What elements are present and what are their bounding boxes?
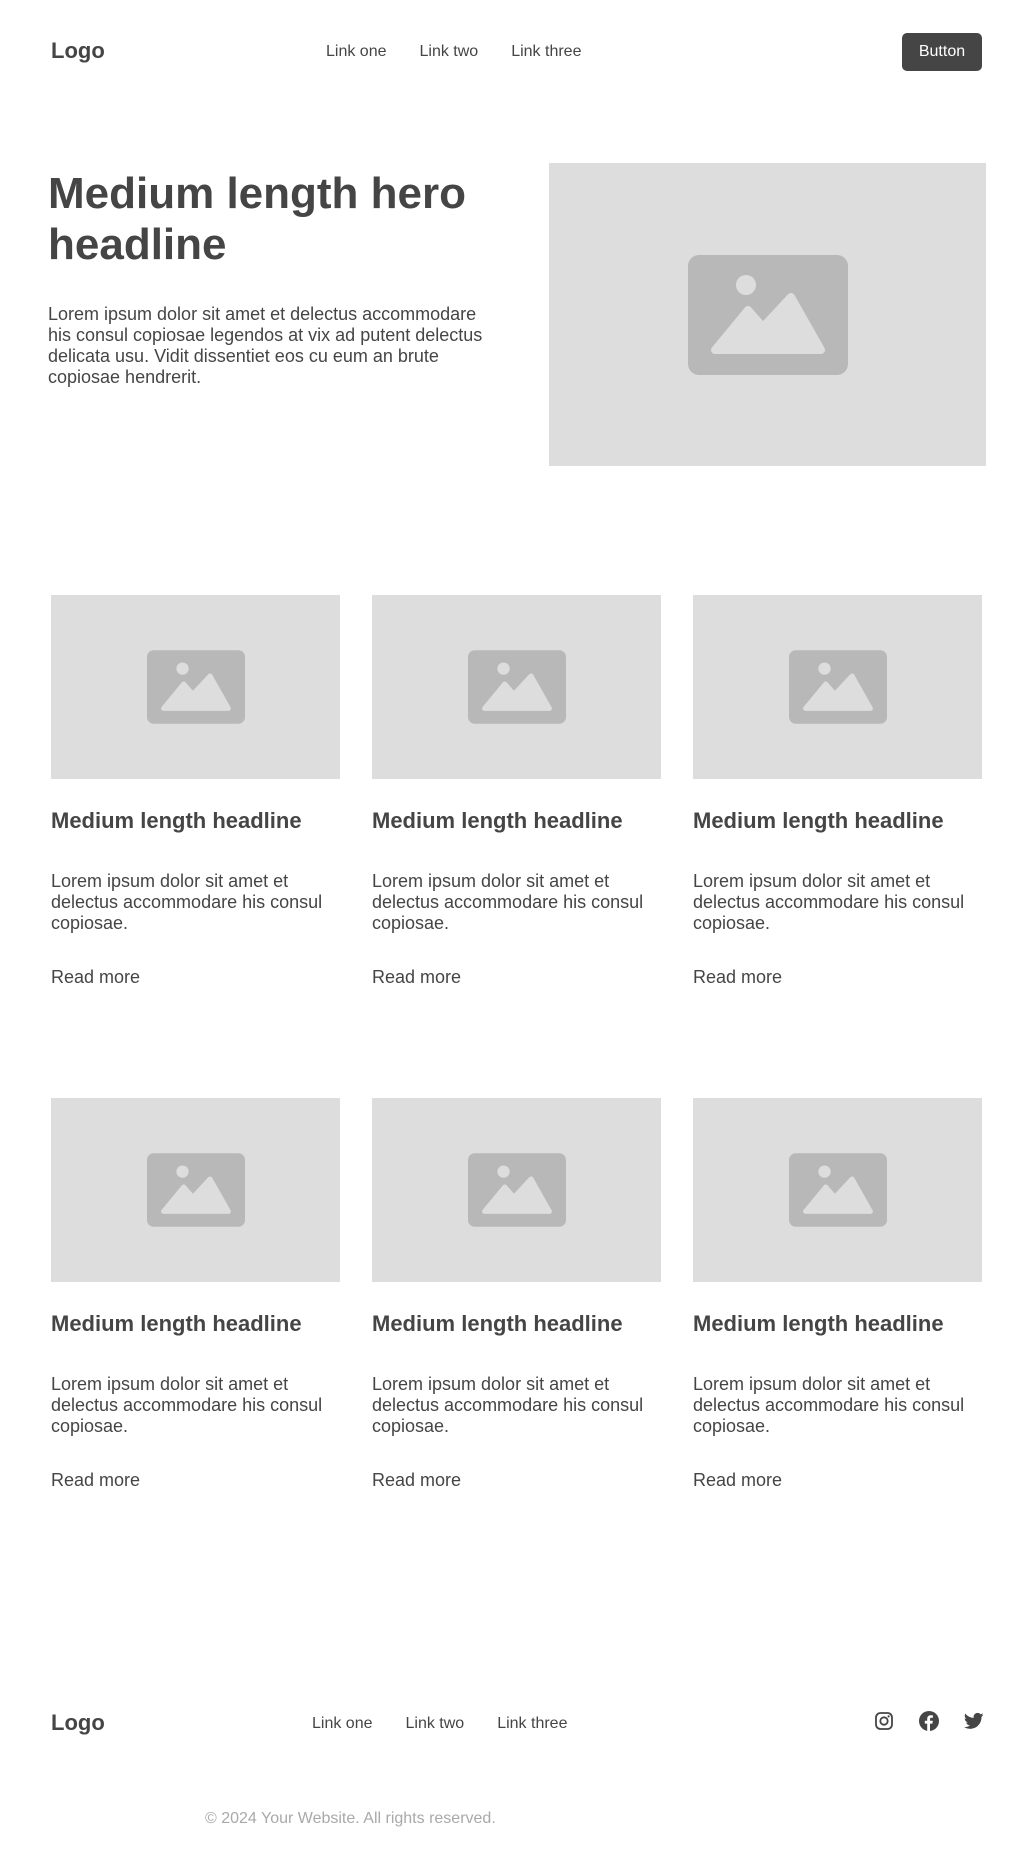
- instagram-icon[interactable]: [874, 1711, 894, 1731]
- card: Medium length headline Lorem ipsum dolor…: [372, 595, 661, 995]
- card: Medium length headline Lorem ipsum dolor…: [693, 595, 982, 995]
- card-image: [693, 1098, 982, 1282]
- header-logo[interactable]: Logo: [51, 40, 105, 62]
- card-read-more-link[interactable]: Read more: [372, 967, 461, 988]
- image-placeholder-icon: [788, 650, 887, 724]
- card: Medium length headline Lorem ipsum dolor…: [372, 1098, 661, 1498]
- card-image: [372, 595, 661, 779]
- card-read-more-link[interactable]: Read more: [51, 1470, 140, 1491]
- hero-image: [549, 163, 986, 466]
- card-image: [51, 1098, 340, 1282]
- image-placeholder-icon: [687, 254, 848, 375]
- card-headline: Medium length headline: [51, 1311, 302, 1336]
- header-nav: Link one Link two Link three: [326, 44, 581, 60]
- hero-body-text: Lorem ipsum dolor sit amet et delectus a…: [48, 304, 483, 387]
- header-cta-button[interactable]: Button: [902, 33, 982, 71]
- header-nav-link-three[interactable]: Link three: [511, 44, 581, 60]
- card-body-text: Lorem ipsum dolor sit amet et delectus a…: [372, 871, 644, 933]
- card-read-more-link[interactable]: Read more: [693, 1470, 782, 1491]
- image-placeholder-icon: [467, 1153, 566, 1227]
- footer-logo[interactable]: Logo: [51, 1712, 105, 1734]
- card-headline: Medium length headline: [51, 808, 302, 833]
- footer-nav: Link one Link two Link three: [312, 1716, 567, 1732]
- card-read-more-link[interactable]: Read more: [51, 967, 140, 988]
- card-headline: Medium length headline: [693, 1311, 944, 1336]
- footer-nav-link-two[interactable]: Link two: [406, 1716, 465, 1732]
- card: Medium length headline Lorem ipsum dolor…: [51, 1098, 340, 1498]
- twitter-icon[interactable]: [964, 1711, 984, 1731]
- image-placeholder-icon: [467, 650, 566, 724]
- card-body-text: Lorem ipsum dolor sit amet et delectus a…: [51, 871, 323, 933]
- card-body-text: Lorem ipsum dolor sit amet et delectus a…: [372, 1374, 644, 1436]
- card-image: [693, 595, 982, 779]
- card-image: [51, 595, 340, 779]
- card-image: [372, 1098, 661, 1282]
- header-nav-link-one[interactable]: Link one: [326, 44, 387, 60]
- header-nav-link-two[interactable]: Link two: [420, 44, 479, 60]
- card-headline: Medium length headline: [372, 808, 623, 833]
- social-links: [874, 1711, 984, 1731]
- card-body-text: Lorem ipsum dolor sit amet et delectus a…: [51, 1374, 323, 1436]
- hero-headline: Medium length hero headline: [48, 169, 466, 269]
- card: Medium length headline Lorem ipsum dolor…: [51, 595, 340, 995]
- card-body-text: Lorem ipsum dolor sit amet et delectus a…: [693, 871, 965, 933]
- card-headline: Medium length headline: [693, 808, 944, 833]
- image-placeholder-icon: [146, 650, 245, 724]
- copyright-text: © 2024 Your Website. All rights reserved…: [205, 1810, 496, 1827]
- card-read-more-link[interactable]: Read more: [693, 967, 782, 988]
- site-header: Logo Link one Link two Link three Button: [0, 0, 1024, 104]
- footer-nav-link-one[interactable]: Link one: [312, 1716, 373, 1732]
- card-headline: Medium length headline: [372, 1311, 623, 1336]
- footer-nav-link-three[interactable]: Link three: [497, 1716, 567, 1732]
- image-placeholder-icon: [788, 1153, 887, 1227]
- image-placeholder-icon: [146, 1153, 245, 1227]
- facebook-icon[interactable]: [919, 1711, 939, 1731]
- card-read-more-link[interactable]: Read more: [372, 1470, 461, 1491]
- card: Medium length headline Lorem ipsum dolor…: [693, 1098, 982, 1498]
- site-footer: Logo Link one Link two Link three © 2024…: [0, 1680, 1024, 1862]
- card-body-text: Lorem ipsum dolor sit amet et delectus a…: [693, 1374, 965, 1436]
